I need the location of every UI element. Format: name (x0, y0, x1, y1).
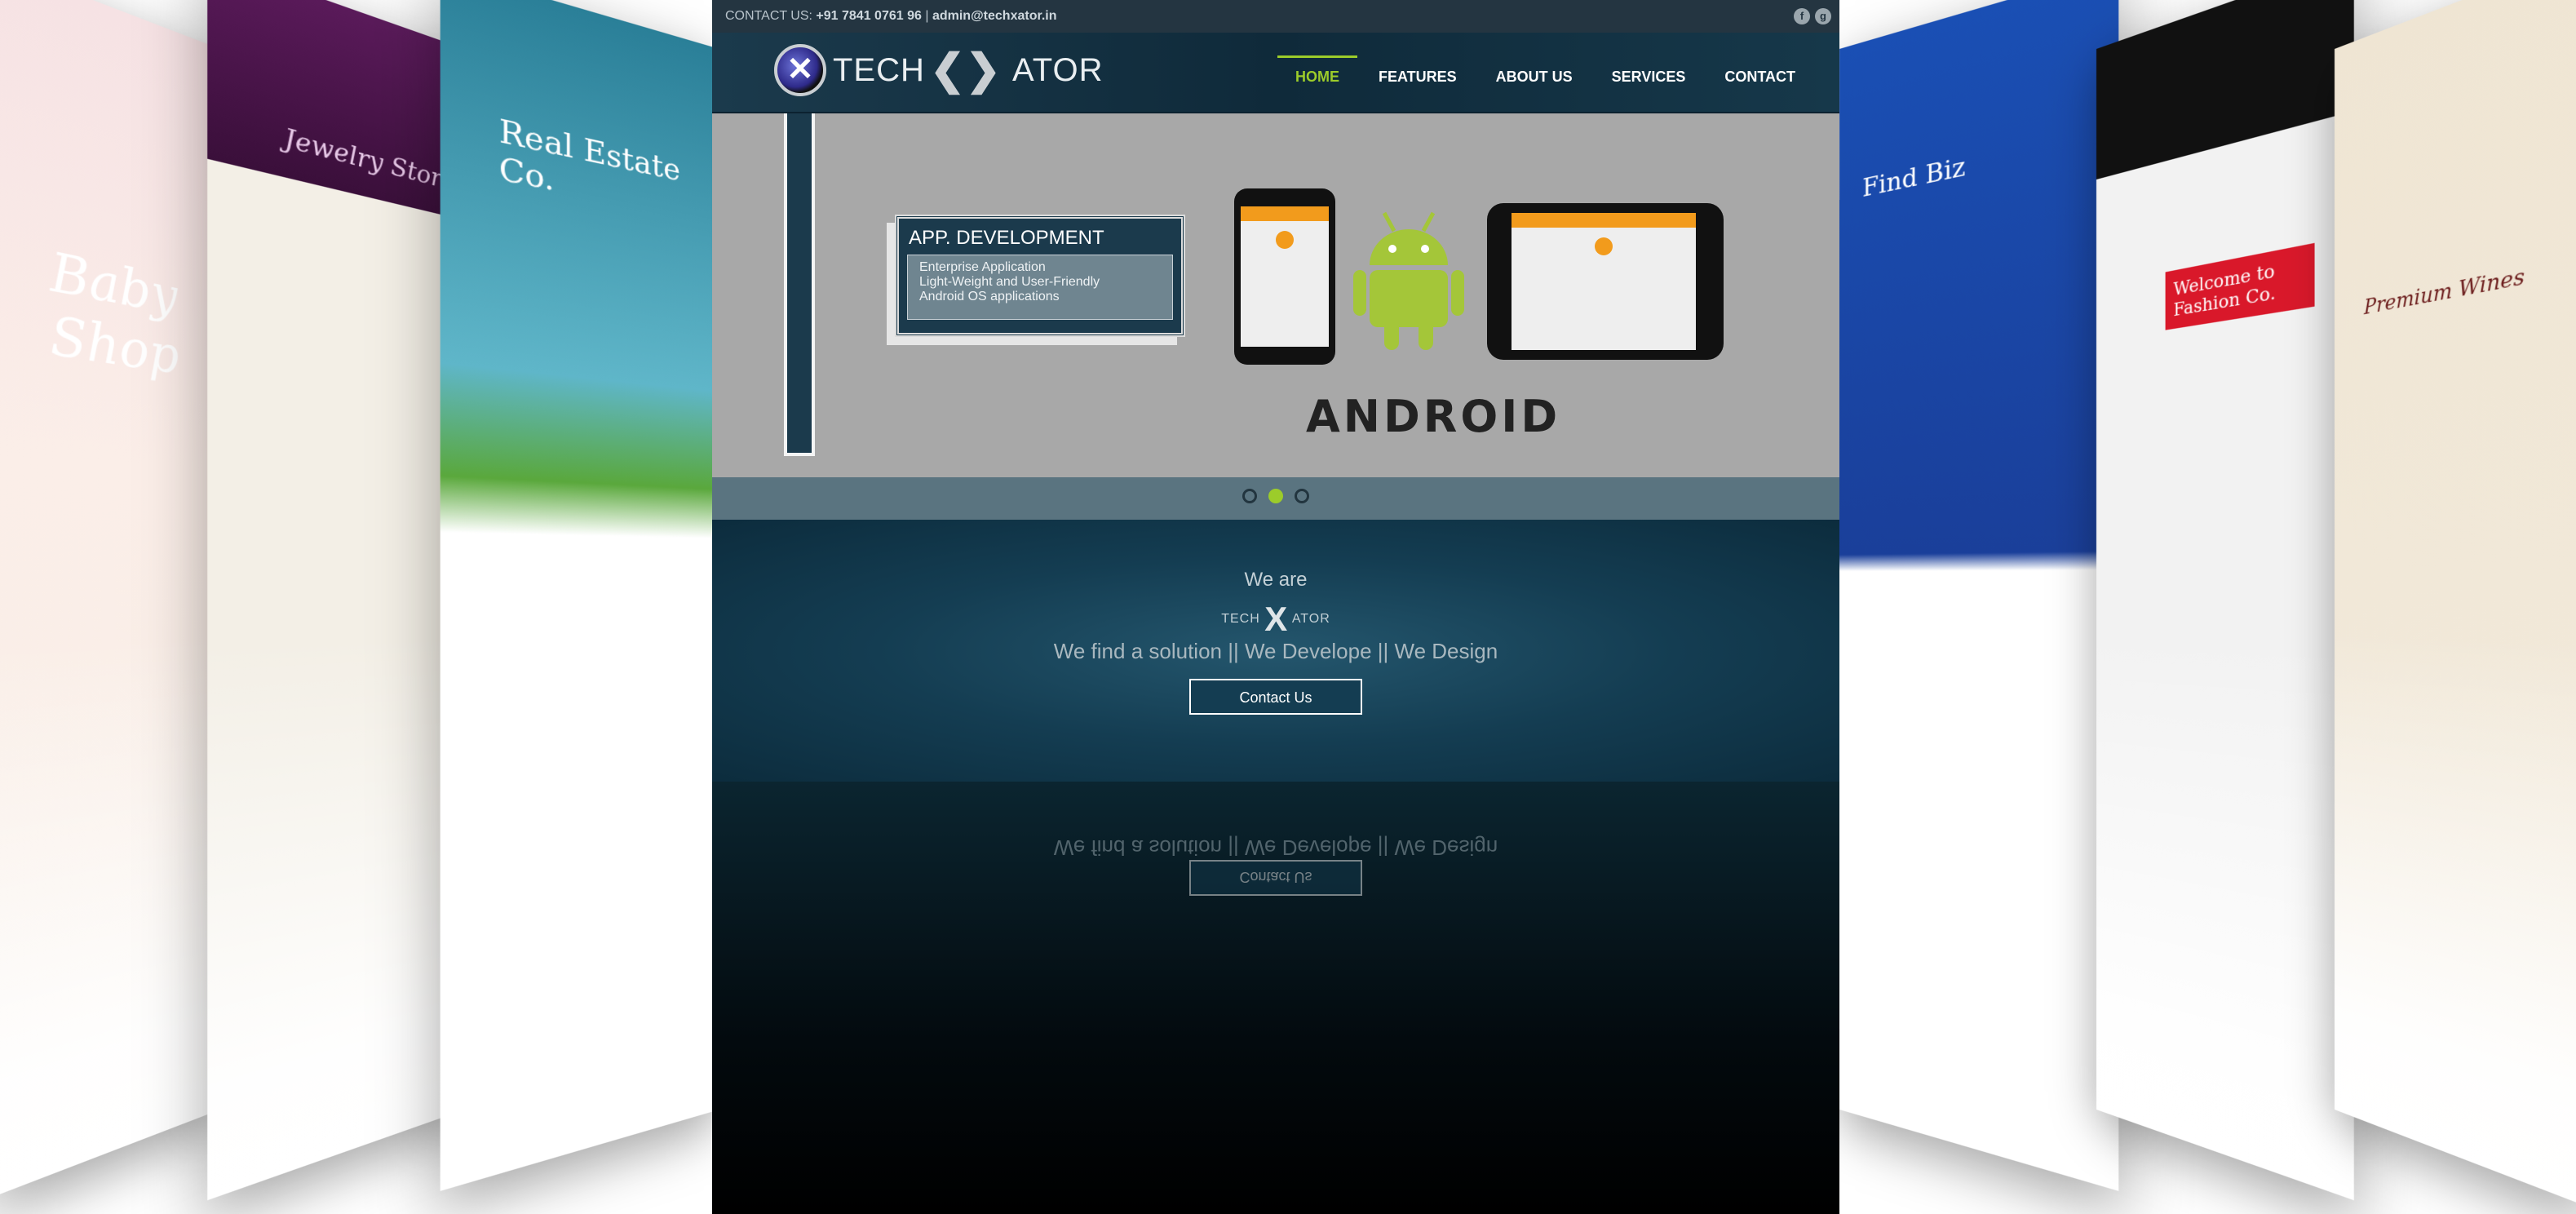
contact-prefix: CONTACT US: (725, 9, 812, 23)
main-nav: HOME FEATURES ABOUT US SERVICES CONTACT (1276, 55, 1815, 97)
site-header: ✕ TECH ❮❯ ATOR HOME FEATURES ABOUT US SE… (712, 33, 1839, 113)
fade-overlay (440, 632, 719, 1191)
slide-feature: Enterprise Application (919, 260, 1046, 274)
page-reflection: Contact Us We find a solution || We Deve… (712, 782, 1839, 1214)
baby-shop-preview: Baby Shop (0, 0, 221, 1197)
fashion-preview: Welcome to Fashion Co. (2096, 0, 2354, 1201)
main-site: CONTACT US: +91 7841 0761 96 | admin@tec… (712, 0, 1839, 1214)
slider-dot-2[interactable] (1268, 489, 1283, 503)
google-plus-icon[interactable]: g (1815, 8, 1831, 24)
intro-logo-x-icon: X (1264, 600, 1289, 638)
slider-accent-bar (784, 113, 815, 456)
fashion-title: Welcome to Fashion Co. (2165, 242, 2315, 330)
phone-screen (1241, 206, 1329, 347)
find-biz-preview: Find Biz (1839, 0, 2119, 1191)
wine-title: Premium Wines (2364, 264, 2525, 320)
jewelry-store-preview: Jewelry Store (207, 0, 466, 1201)
intro-logo-left: TECH (1221, 612, 1260, 627)
tablet-screen (1512, 213, 1696, 350)
hero-slider: APP. DEVELOPMENT Enterprise Application … (712, 113, 1839, 477)
fade-overlay (2096, 632, 2354, 1201)
nav-features[interactable]: FEATURES (1359, 57, 1476, 97)
android-wordmark: ANDROID (1306, 391, 1561, 442)
intro-logo: TECH X ATOR (712, 600, 1839, 639)
real-estate-preview: Real Estate Co. (440, 0, 719, 1191)
slider-pagination (712, 477, 1839, 520)
tablet-mockup (1487, 203, 1724, 360)
facebook-icon[interactable]: f (1794, 8, 1810, 24)
slide-title: APP. DEVELOPMENT (909, 227, 1104, 249)
find-biz-title: Find Biz (1862, 151, 1966, 204)
contact-phone[interactable]: +91 7841 0761 96 (816, 9, 921, 23)
intro-section: We are TECH X ATOR We find a solution ||… (712, 520, 1839, 782)
real-estate-title: Real Estate Co. (498, 113, 680, 199)
contact-bar: CONTACT US: +91 7841 0761 96 | admin@tec… (712, 0, 1839, 33)
reflected-content: Contact Us We find a solution || We Deve… (712, 782, 1839, 896)
contact-us-button[interactable]: Contact Us (1189, 679, 1362, 715)
intro-text: We are (1244, 569, 1308, 591)
slide-feature-list: Enterprise Application Light-Weight and … (907, 255, 1173, 320)
nav-home[interactable]: HOME (1276, 55, 1359, 97)
jewelry-store-title: Jewelry Store (284, 122, 455, 197)
fade-overlay (2335, 632, 2576, 1207)
logo-x-mark: ❮❯ (929, 47, 1002, 94)
baby-shop-title: Baby Shop (50, 240, 179, 387)
app-development-box: APP. DEVELOPMENT Enterprise Application … (895, 215, 1185, 337)
android-robot-icon (1353, 211, 1464, 350)
nav-services[interactable]: SERVICES (1592, 57, 1706, 97)
intro-logo-right: ATOR (1291, 612, 1330, 627)
fade-overlay (1839, 632, 2119, 1191)
site-logo[interactable]: ✕ TECH ❮❯ ATOR (774, 44, 1103, 96)
reflected-button: Contact Us (1189, 860, 1362, 896)
logo-x-icon: ✕ (774, 44, 826, 96)
social-links: f g (1794, 8, 1831, 24)
nav-about-us[interactable]: ABOUT US (1476, 57, 1592, 97)
tagline: We find a solution || We Develope || We … (1053, 639, 1498, 663)
logo-text-right: ATOR (1012, 51, 1104, 88)
slide-feature: Android OS applications (919, 290, 1060, 304)
fade-overlay (207, 632, 466, 1201)
nav-contact[interactable]: CONTACT (1705, 57, 1815, 97)
slider-dot-3[interactable] (1295, 489, 1309, 503)
reflected-tagline: We find a solution || We Develope || We … (1053, 835, 1498, 860)
slider-dot-1[interactable] (1242, 489, 1257, 503)
phone-mockup (1234, 188, 1335, 365)
contact-separator: | (925, 9, 929, 23)
wine-preview: Premium Wines (2335, 0, 2576, 1207)
logo-text-left: TECH (833, 51, 925, 88)
contact-email[interactable]: admin@techxator.in (932, 9, 1057, 23)
fade-overlay (0, 632, 221, 1197)
slide-feature: Light-Weight and User-Friendly (919, 275, 1100, 289)
